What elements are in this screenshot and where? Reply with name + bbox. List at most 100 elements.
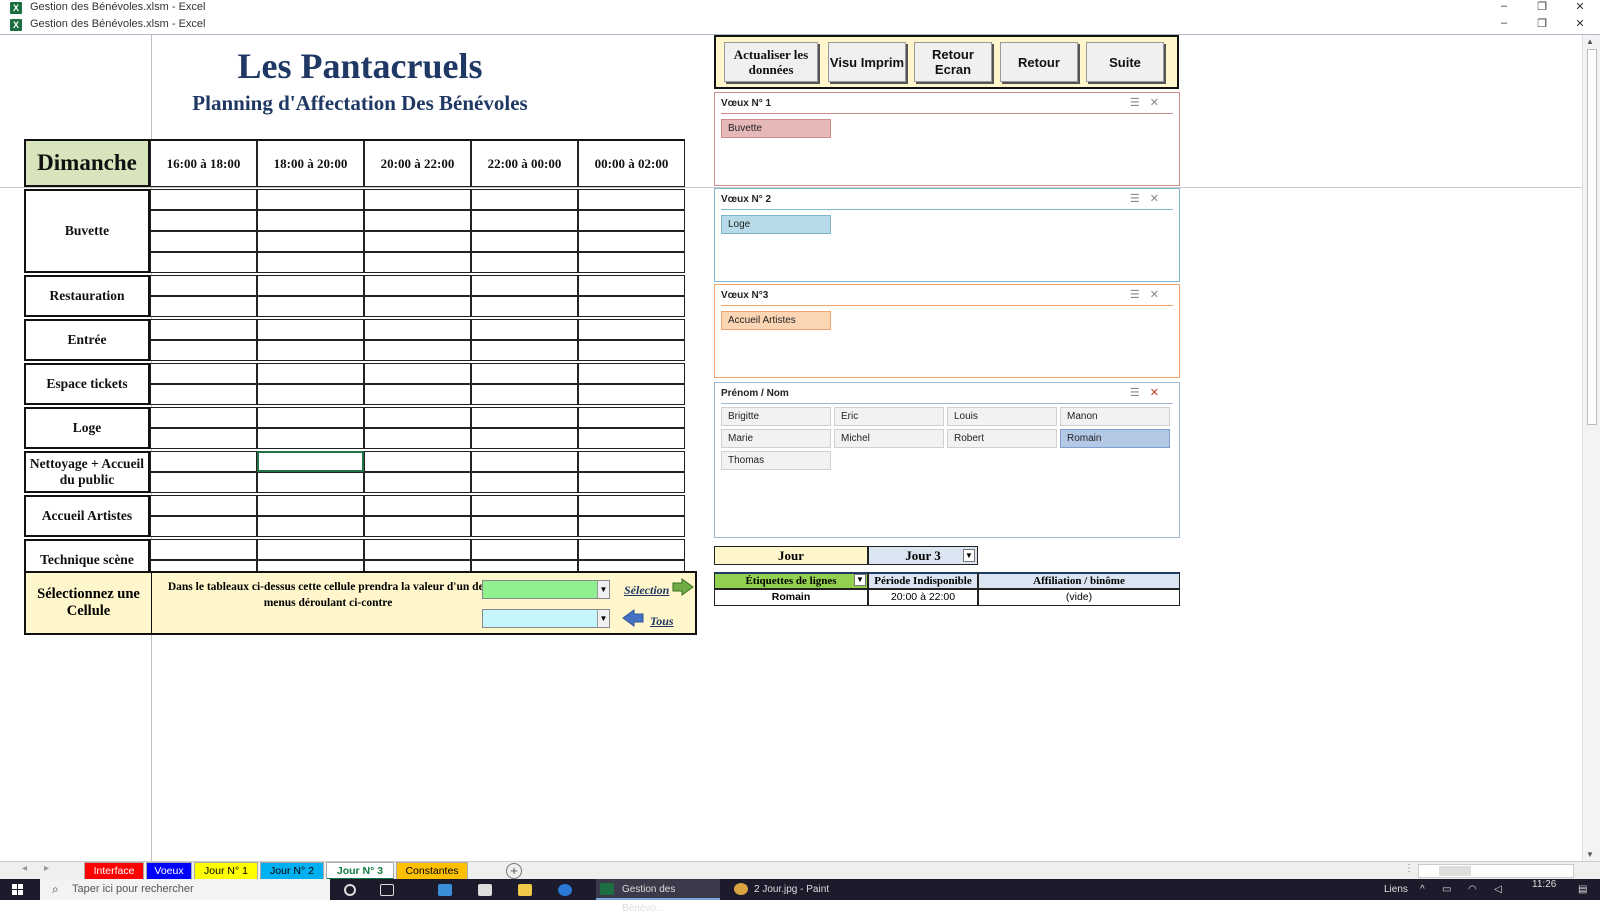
schedule-cell[interactable] bbox=[150, 428, 257, 449]
name-item[interactable]: Eric bbox=[834, 407, 944, 426]
schedule-cell[interactable] bbox=[150, 407, 257, 428]
schedule-cell[interactable] bbox=[471, 319, 578, 340]
schedule-cell[interactable] bbox=[471, 472, 578, 493]
scroll-down-icon[interactable]: ▼ bbox=[1586, 850, 1594, 859]
multi-select-icon[interactable]: ☰ bbox=[1130, 97, 1150, 109]
sheet-tab[interactable]: Jour N° 3 bbox=[326, 862, 394, 880]
wish-slicer[interactable]: Vœux N° 1 ☰✕ Buvette bbox=[714, 92, 1180, 186]
schedule-cell[interactable] bbox=[364, 407, 471, 428]
vertical-scrollbar[interactable]: ▲ ▼ bbox=[1582, 35, 1600, 861]
mail-icon[interactable] bbox=[438, 884, 452, 896]
name-item[interactable]: Marie bbox=[721, 429, 831, 448]
schedule-cell[interactable] bbox=[578, 296, 685, 317]
volunteer-dropdown[interactable]: ▼ bbox=[482, 580, 610, 599]
schedule-cell[interactable] bbox=[471, 384, 578, 405]
sheet-tab[interactable]: Interface bbox=[84, 862, 144, 880]
next-button[interactable]: Suite bbox=[1086, 42, 1164, 82]
schedule-cell[interactable] bbox=[257, 340, 364, 361]
schedule-cell[interactable] bbox=[578, 428, 685, 449]
schedule-cell[interactable] bbox=[471, 210, 578, 231]
cortana-icon[interactable] bbox=[344, 884, 356, 896]
schedule-cell[interactable] bbox=[364, 296, 471, 317]
name-item[interactable]: Manon bbox=[1060, 407, 1170, 426]
schedule-cell[interactable] bbox=[364, 275, 471, 296]
name-slicer[interactable]: Prénom / Nom ☰✕ Brigitte Eric Louis Manon Ma… bbox=[714, 382, 1180, 538]
scroll-up-icon[interactable]: ▲ bbox=[1586, 37, 1594, 46]
schedule-cell[interactable] bbox=[150, 363, 257, 384]
schedule-cell[interactable] bbox=[364, 319, 471, 340]
all-link[interactable]: Tous bbox=[650, 614, 674, 629]
back-button[interactable]: Retour bbox=[1000, 42, 1078, 82]
schedule-cell[interactable] bbox=[150, 495, 257, 516]
name-item[interactable]: Robert bbox=[947, 429, 1057, 448]
schedule-cell[interactable] bbox=[578, 363, 685, 384]
tray-chevron-icon[interactable]: ^ bbox=[1420, 880, 1425, 899]
wish-slicer[interactable]: Vœux N° 2 ☰✕ Loge bbox=[714, 188, 1180, 282]
schedule-cell[interactable] bbox=[364, 231, 471, 252]
schedule-cell[interactable] bbox=[257, 319, 364, 340]
schedule-cell[interactable] bbox=[578, 451, 685, 472]
schedule-cell[interactable] bbox=[578, 231, 685, 252]
sheet-tab[interactable]: Jour N° 1 bbox=[194, 862, 258, 880]
clear-filter-icon[interactable]: ✕ bbox=[1150, 387, 1169, 399]
task-view-icon[interactable] bbox=[380, 884, 394, 896]
schedule-cell[interactable] bbox=[150, 252, 257, 273]
schedule-cell[interactable] bbox=[150, 275, 257, 296]
schedule-cell[interactable] bbox=[150, 231, 257, 252]
schedule-cell[interactable] bbox=[364, 384, 471, 405]
schedule-cell[interactable] bbox=[150, 539, 257, 560]
slicer-item[interactable]: Loge bbox=[721, 215, 831, 234]
schedule-cell[interactable] bbox=[364, 252, 471, 273]
schedule-cell[interactable] bbox=[364, 189, 471, 210]
restore-button[interactable]: ❐ bbox=[1534, 0, 1550, 13]
close-button[interactable]: ✕ bbox=[1572, 0, 1588, 13]
clock[interactable]: 11:26 bbox=[1532, 875, 1556, 894]
file-explorer-icon[interactable] bbox=[518, 884, 532, 896]
clear-filter-icon[interactable]: ✕ bbox=[1150, 193, 1169, 205]
multi-select-icon[interactable]: ☰ bbox=[1130, 387, 1150, 399]
volume-icon[interactable]: ◁ bbox=[1494, 880, 1502, 899]
arrow-left-icon[interactable] bbox=[622, 609, 644, 627]
schedule-cell[interactable] bbox=[364, 495, 471, 516]
workbook-close-button[interactable]: ✕ bbox=[1572, 17, 1588, 30]
schedule-cell[interactable] bbox=[471, 340, 578, 361]
schedule-cell[interactable] bbox=[150, 384, 257, 405]
clear-filter-icon[interactable]: ✕ bbox=[1150, 97, 1169, 109]
active-cell[interactable] bbox=[257, 451, 364, 472]
print-preview-button[interactable]: Visu Imprim bbox=[828, 42, 906, 82]
schedule-cell[interactable] bbox=[257, 231, 364, 252]
multi-select-icon[interactable]: ☰ bbox=[1130, 193, 1150, 205]
name-item[interactable]: Louis bbox=[947, 407, 1057, 426]
schedule-cell[interactable] bbox=[257, 210, 364, 231]
schedule-cell[interactable] bbox=[364, 516, 471, 537]
tab-split-icon[interactable]: ⋮ bbox=[1404, 863, 1414, 874]
schedule-cell[interactable] bbox=[150, 210, 257, 231]
store-icon[interactable] bbox=[478, 884, 492, 896]
all-dropdown[interactable]: ▼ bbox=[482, 609, 610, 628]
multi-select-icon[interactable]: ☰ bbox=[1130, 289, 1150, 301]
clear-filter-icon[interactable]: ✕ bbox=[1150, 289, 1169, 301]
workbook-restore-button[interactable]: ❐ bbox=[1534, 17, 1550, 30]
schedule-cell[interactable] bbox=[578, 189, 685, 210]
schedule-cell[interactable] bbox=[578, 472, 685, 493]
schedule-cell[interactable] bbox=[471, 516, 578, 537]
schedule-cell[interactable] bbox=[150, 451, 257, 472]
sheet-tab[interactable]: Voeux bbox=[146, 862, 192, 880]
schedule-cell[interactable] bbox=[364, 472, 471, 493]
schedule-cell[interactable] bbox=[471, 275, 578, 296]
notifications-icon[interactable]: ▤ bbox=[1578, 880, 1587, 899]
taskbar-excel-item[interactable]: Gestion des Bénévo... bbox=[596, 879, 720, 914]
filter-icon[interactable]: ▼ bbox=[963, 549, 975, 562]
arrow-right-icon[interactable] bbox=[672, 578, 694, 596]
schedule-cell[interactable] bbox=[150, 472, 257, 493]
schedule-cell[interactable] bbox=[257, 252, 364, 273]
network-icon[interactable]: ▭ bbox=[1442, 880, 1451, 899]
schedule-cell[interactable] bbox=[471, 539, 578, 560]
schedule-cell[interactable] bbox=[257, 384, 364, 405]
add-sheet-icon[interactable]: + bbox=[506, 863, 522, 879]
taskbar-links-toolbar[interactable]: Liens bbox=[1384, 880, 1408, 899]
schedule-cell[interactable] bbox=[257, 428, 364, 449]
selection-link[interactable]: Sélection bbox=[624, 583, 669, 598]
tab-scroll-right-icon[interactable]: ▸ bbox=[44, 863, 49, 874]
schedule-cell[interactable] bbox=[257, 275, 364, 296]
